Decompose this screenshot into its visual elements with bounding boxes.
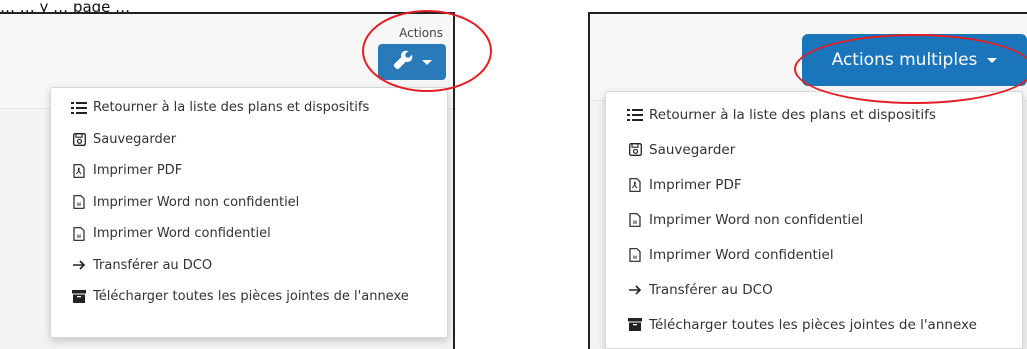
word-icon: w (626, 212, 644, 227)
menu-item[interactable]: w Imprimer Word confidentiel (606, 237, 1022, 272)
svg-text:w: w (77, 201, 82, 208)
word-icon: w (626, 247, 644, 262)
menu-item[interactable]: w Imprimer Word non confidentiel (51, 187, 447, 219)
menu-item-label: Transférer au DCO (649, 281, 773, 298)
highlight-annotation (362, 10, 492, 92)
menu-item-label: Transférer au DCO (93, 257, 213, 273)
menu-item[interactable]: Retourner à la liste des plans et dispos… (606, 97, 1022, 132)
menu-item-label: Imprimer Word confidentiel (649, 246, 834, 263)
pdf-icon (626, 177, 644, 192)
pdf-icon (70, 163, 88, 178)
arrow-right-icon (626, 284, 644, 296)
svg-text:w: w (633, 254, 638, 261)
word-icon: w (70, 195, 88, 210)
arrow-right-icon (70, 259, 88, 271)
menu-item[interactable]: Télécharger toutes les pièces jointes de… (51, 281, 447, 313)
word-icon: w (70, 226, 88, 241)
svg-text:w: w (77, 233, 82, 240)
highlight-annotation (794, 34, 1027, 104)
menu-item[interactable]: Retourner à la liste des plans et dispos… (51, 92, 447, 124)
menu-item-label: Imprimer Word non confidentiel (93, 194, 300, 210)
menu-item-label: Imprimer PDF (93, 163, 183, 179)
menu-item-label: Sauvegarder (93, 131, 177, 147)
actions-menu-old: Retourner à la liste des plans et dispos… (50, 87, 448, 338)
menu-item[interactable]: w Imprimer Word confidentiel (51, 218, 447, 250)
menu-item[interactable]: Imprimer PDF (51, 155, 447, 187)
menu-item-label: Imprimer Word confidentiel (93, 226, 271, 242)
menu-item-label: Télécharger toutes les pièces jointes de… (93, 289, 409, 305)
menu-item-label: Imprimer Word non confidentiel (649, 211, 864, 228)
archive-icon (70, 290, 88, 304)
menu-item-label: Imprimer PDF (649, 176, 742, 193)
menu-item[interactable]: Télécharger toutes les pièces jointes de… (606, 307, 1022, 342)
list-icon (70, 101, 88, 115)
menu-item[interactable]: Transférer au DCO (51, 250, 447, 282)
save-icon (626, 143, 644, 156)
menu-item-label: Sauvegarder (649, 141, 736, 158)
menu-item-label: Retourner à la liste des plans et dispos… (649, 106, 936, 123)
menu-item[interactable]: w Imprimer Word non confidentiel (606, 202, 1022, 237)
menu-item-label: Télécharger toutes les pièces jointes de… (649, 316, 977, 333)
menu-item[interactable]: Imprimer PDF (606, 167, 1022, 202)
list-icon (626, 108, 644, 122)
actions-menu-new: Retourner à la liste des plans et dispos… (605, 91, 1023, 349)
menu-item[interactable]: Transférer au DCO (606, 272, 1022, 307)
svg-text:w: w (633, 219, 638, 226)
save-icon (70, 132, 88, 146)
menu-item[interactable]: Sauvegarder (606, 132, 1022, 167)
menu-item[interactable]: Sauvegarder (51, 124, 447, 156)
archive-icon (626, 318, 644, 331)
menu-item-label: Retourner à la liste des plans et dispos… (93, 100, 370, 116)
